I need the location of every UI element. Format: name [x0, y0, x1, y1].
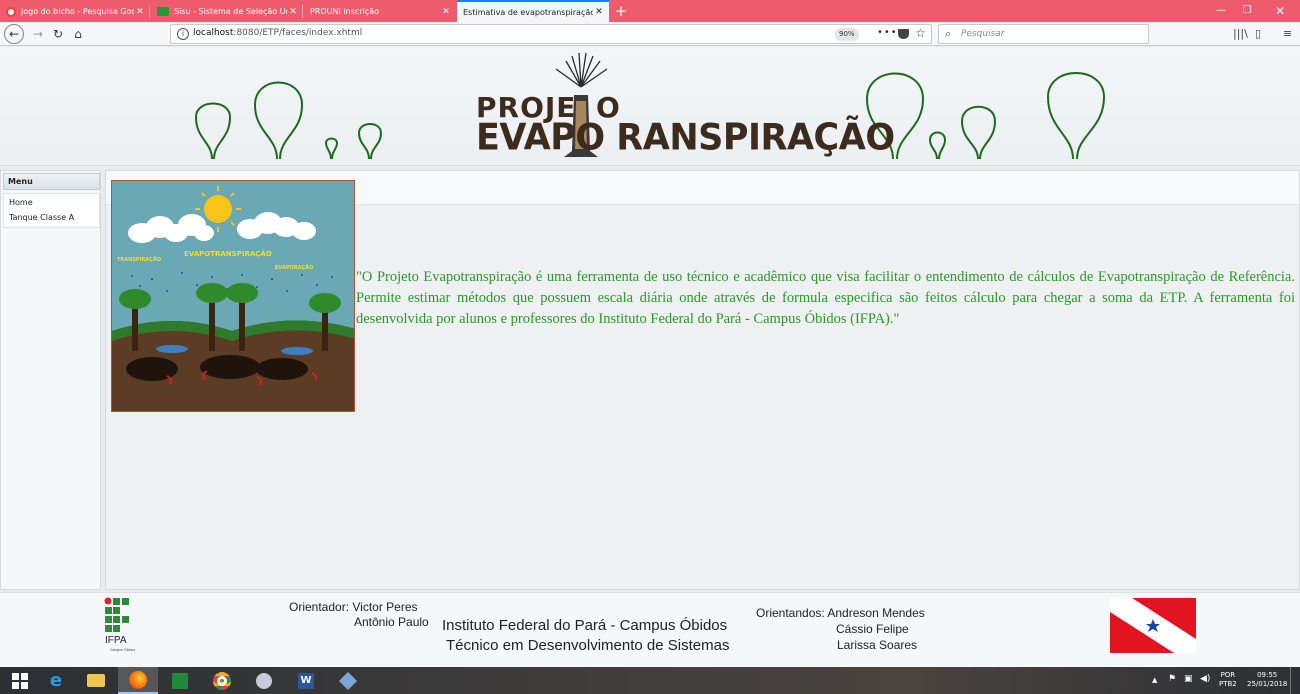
- evapotranspiration-illustration: EVAPOTRANSPIRAÇÃO TRANSPIRAÇÃO EVAPORAÇÃ…: [111, 180, 355, 412]
- orientando-2-text: Cássio Felipe: [836, 622, 909, 636]
- browser-tab-strip: jogo do bicho - Pesquisa Goog ✕ Sisu - S…: [0, 0, 1300, 22]
- network-icon[interactable]: ▣: [1184, 675, 1193, 684]
- store-icon[interactable]: [160, 667, 200, 694]
- tree-icon: [1046, 72, 1106, 160]
- tab-label: Sisu - Sistema de Seleção Unifi: [174, 7, 287, 16]
- menu-item-home[interactable]: Home: [9, 198, 33, 207]
- tree-icon: [357, 123, 383, 160]
- close-icon[interactable]: ✕: [440, 7, 452, 17]
- illustration-label-left: TRANSPIRAÇÃO: [117, 256, 161, 263]
- orientador-text: Orientador: Victor Peres: [289, 600, 418, 614]
- tree-icon: [194, 102, 232, 160]
- google-icon: [6, 6, 16, 17]
- ifpa-logo: IFPA Campus Óbidos: [104, 597, 136, 657]
- home-button[interactable]: ⌂: [68, 24, 88, 44]
- tree-icon: [960, 105, 997, 160]
- windows-start-icon[interactable]: [0, 667, 40, 694]
- svg-text:Campus Óbidos: Campus Óbidos: [110, 647, 135, 652]
- clock[interactable]: 09:55 25/01/2018: [1247, 671, 1287, 689]
- tree-icon: [928, 131, 947, 160]
- chrome-icon[interactable]: [202, 667, 242, 694]
- address-bar[interactable]: i localhost:8080/ETP/faces/index.xhtml 9…: [170, 24, 932, 44]
- windows-taskbar: e W ▲ ⚑ ▣ ◀) POR PTB2 09:55 25/01/2018: [0, 667, 1300, 694]
- project-description: "O Projeto Evapotranspiração é uma ferra…: [356, 269, 1295, 327]
- close-icon[interactable]: ✕: [134, 7, 146, 17]
- pocket-icon[interactable]: [898, 29, 909, 39]
- reload-button[interactable]: ↻: [48, 24, 68, 44]
- brazil-flag-icon: [157, 7, 169, 16]
- search-bar[interactable]: ⌕ Pesquisar: [938, 24, 1149, 44]
- menu-list: Home Tanque Classe A: [3, 193, 100, 228]
- search-icon: ⌕: [945, 27, 952, 40]
- institution-name: Instituto Federal do Pará - Campus Óbido…: [442, 617, 728, 634]
- forward-button[interactable]: →: [28, 24, 48, 44]
- para-state-flag: [1110, 598, 1196, 653]
- course-name: Técnico em Desenvolvimento de Sistemas: [446, 637, 730, 654]
- language-indicator[interactable]: POR PTB2: [1219, 671, 1237, 689]
- app-icon[interactable]: [244, 667, 284, 694]
- logo-line-2: EVAPO RANSPIRAÇÃO: [476, 117, 895, 159]
- menu-title: Menu: [3, 173, 100, 190]
- internet-explorer-icon[interactable]: e: [36, 667, 76, 694]
- tray-arrow-icon[interactable]: ▲: [1152, 676, 1157, 685]
- zoom-indicator[interactable]: 90%: [835, 28, 859, 41]
- minimize-icon[interactable]: —: [1208, 0, 1234, 22]
- show-desktop-button[interactable]: [1290, 667, 1300, 694]
- sidebar-toggle-icon[interactable]: ▯: [1255, 27, 1261, 40]
- new-tab-button[interactable]: +: [612, 1, 630, 21]
- close-icon[interactable]: ✕: [287, 7, 299, 17]
- info-icon[interactable]: i: [177, 28, 189, 40]
- window-close-icon[interactable]: ✕: [1260, 0, 1300, 22]
- firefox-icon[interactable]: [118, 667, 158, 694]
- orientandos-text: Orientandos: Andreson Mendes: [756, 606, 925, 620]
- maximize-icon[interactable]: ❐: [1234, 0, 1260, 22]
- svg-text:IFPA: IFPA: [105, 635, 127, 646]
- volume-icon[interactable]: ◀): [1200, 675, 1210, 684]
- page-actions-icon[interactable]: •••: [877, 27, 898, 38]
- navigation-toolbar: ← → ↻ ⌂ i localhost:8080/ETP/faces/index…: [0, 22, 1300, 46]
- tab-label: jogo do bicho - Pesquisa Goog: [21, 7, 134, 16]
- tab-prouni[interactable]: PROUNI inscrição ✕: [304, 1, 456, 22]
- web-page: PROJE O EVAPO RANSPIRAÇÃO Menu Home Tanqu…: [0, 47, 1300, 669]
- search-placeholder: Pesquisar: [961, 29, 1005, 39]
- sidebar-menu: Menu Home Tanque Classe A: [0, 170, 101, 590]
- site-header: PROJE O EVAPO RANSPIRAÇÃO: [0, 47, 1300, 166]
- word-icon[interactable]: W: [286, 667, 326, 694]
- back-button[interactable]: ←: [4, 24, 24, 44]
- main-content: EVAPOTRANSPIRAÇÃO TRANSPIRAÇÃO EVAPORAÇÃ…: [105, 170, 1300, 590]
- orientador-2-text: Antônio Paulo: [354, 615, 429, 629]
- virtualbox-icon[interactable]: [328, 667, 368, 694]
- illustration-label-center: EVAPOTRANSPIRAÇÃO: [184, 249, 272, 258]
- tree-icon: [324, 137, 339, 160]
- illustration-label-right: EVAPORAÇÃO: [275, 264, 313, 271]
- library-icon[interactable]: |||\: [1233, 27, 1248, 40]
- close-icon[interactable]: ✕: [593, 7, 605, 17]
- menu-item-tanque-classe-a[interactable]: Tanque Classe A: [9, 213, 74, 222]
- bookmark-star-icon[interactable]: ☆: [915, 26, 926, 40]
- tab-google-search[interactable]: jogo do bicho - Pesquisa Goog ✕: [0, 1, 150, 22]
- tab-label: Estimativa de evapotranspiração: [463, 7, 593, 17]
- action-center-flag-icon[interactable]: ⚑: [1168, 675, 1176, 684]
- orientando-3-text: Larissa Soares: [837, 638, 918, 652]
- file-explorer-icon[interactable]: [76, 667, 116, 694]
- tab-sisu[interactable]: Sisu - Sistema de Seleção Unifi ✕: [151, 1, 303, 22]
- hamburger-menu-icon[interactable]: ≡: [1283, 27, 1292, 40]
- tab-evapotranspiracao[interactable]: Estimativa de evapotranspiração ✕: [457, 0, 609, 22]
- tab-label: PROUNI inscrição: [310, 7, 379, 16]
- tree-icon: [253, 81, 304, 160]
- url-text: localhost:8080/ETP/faces/index.xhtml: [193, 28, 363, 38]
- window-controls: — ❐ ✕: [1208, 0, 1300, 22]
- site-footer: IFPA Campus Óbidos Orientador: Victor Pe…: [0, 592, 1300, 669]
- project-logo: PROJE O EVAPO RANSPIRAÇÃO: [476, 51, 895, 159]
